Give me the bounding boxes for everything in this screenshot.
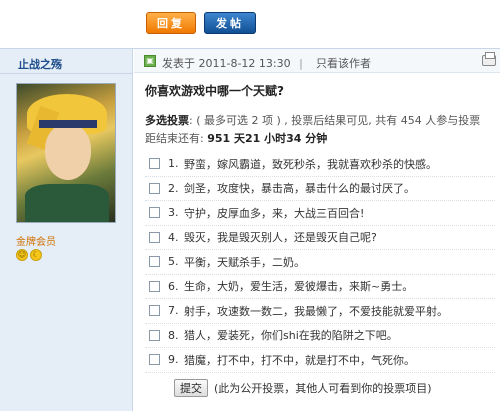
poll-type-label: 多选投票: [145, 114, 189, 127]
poll-option[interactable]: 4. 毁灭，我是毁灭别人，还是毁灭自己呢?: [145, 226, 495, 250]
avatar[interactable]: [16, 83, 116, 223]
smile-medal-icon: ☺: [16, 249, 28, 261]
print-icon[interactable]: [482, 52, 496, 66]
medal-badges: ☺ ☾: [16, 249, 42, 261]
option-checkbox[interactable]: [149, 231, 160, 243]
poll-countdown: 距结束还有: 951 天21 小时34 分钟: [145, 130, 327, 146]
post-container: 止战之殇 金牌会员 ☺ ☾ ▣ 发表于 2011-8-12 13:30 | 只看…: [0, 48, 500, 411]
submit-row: 提交 (此为公开投票，其他人可看到你的投票项目): [174, 379, 432, 397]
moon-medal-icon: ☾: [30, 249, 42, 261]
post-main: ▣ 发表于 2011-8-12 13:30 | 只看该作者 你喜欢游戏中哪一个天…: [134, 49, 500, 411]
author-sidebar: 止战之殇 金牌会员 ☺ ☾: [0, 49, 133, 411]
countdown-label: 距结束还有:: [145, 132, 208, 145]
poll-title: 你喜欢游戏中哪一个天赋?: [145, 84, 284, 98]
option-label: 毁灭，我是毁灭别人，还是毁灭自己呢?: [184, 231, 377, 245]
option-label: 剑圣，攻度快，暴击高，暴击什么的最讨厌了。: [184, 182, 415, 196]
option-label: 野蛮，嫁风霸道，致死秒杀，我就喜欢秒杀的快感。: [184, 157, 437, 171]
top-toolbar: 回复 发帖: [0, 0, 500, 45]
option-label: 射手，攻速数一数二，我最懒了，不爱技能就爱平射。: [184, 304, 448, 318]
new-post-button[interactable]: 发帖: [204, 12, 256, 34]
poll-option[interactable]: 7. 射手，攻速数一数二，我最懒了，不爱技能就爱平射。: [145, 299, 495, 324]
sidebar-divider: [0, 73, 133, 74]
post-header: ▣ 发表于 2011-8-12 13:30 | 只看该作者: [134, 49, 500, 73]
header-separator: |: [299, 57, 303, 70]
public-poll-note: (此为公开投票，其他人可看到你的投票项目): [214, 382, 432, 395]
option-label: 守护，皮厚血多，来，大战三百回合!: [184, 206, 365, 220]
only-author-link[interactable]: 只看该作者: [316, 55, 371, 71]
poll-options: 1. 野蛮，嫁风霸道，致死秒杀，我就喜欢秒杀的快感。 2. 剑圣，攻度快，暴击高，暴…: [145, 152, 495, 373]
poll-info: 多选投票: ( 最多可选 2 项 ) , 投票后结果可见, 共有 454 人参与…: [145, 113, 480, 128]
option-checkbox[interactable]: [149, 280, 160, 292]
poll-option[interactable]: 8. 猎人，爱装死，你们shi在我的陷阱之下吧。: [145, 324, 495, 348]
option-checkbox[interactable]: [149, 329, 160, 341]
option-checkbox[interactable]: [149, 158, 160, 170]
option-checkbox[interactable]: [149, 354, 160, 366]
countdown-value: 951 天21 小时34 分钟: [207, 132, 328, 145]
online-status-icon: ▣: [144, 55, 156, 67]
option-checkbox[interactable]: [149, 207, 160, 219]
option-label: 平衡，天赋杀手，二奶。: [184, 255, 305, 269]
poll-option[interactable]: 3. 守护，皮厚血多，来，大战三百回合!: [145, 201, 495, 226]
option-label: 猎人，爱装死，你们shi在我的陷阱之下吧。: [184, 329, 398, 343]
reply-button[interactable]: 回复: [146, 12, 196, 34]
poll-option[interactable]: 2. 剑圣，攻度快，暴击高，暴击什么的最讨厌了。: [145, 177, 495, 201]
option-label: 猎魔，打不中，打不中，就是打不中，气死你。: [184, 353, 415, 367]
option-checkbox[interactable]: [149, 305, 160, 317]
option-checkbox[interactable]: [149, 182, 160, 194]
poll-option[interactable]: 5. 平衡，天赋杀手，二奶。: [145, 250, 495, 275]
poll-meta-text: : ( 最多可选 2 项 ) , 投票后结果可见, 共有 454 人参与投票: [189, 114, 481, 127]
submit-vote-button[interactable]: 提交: [174, 379, 208, 397]
user-group-label[interactable]: 金牌会员: [16, 233, 56, 248]
poll-option[interactable]: 9. 猎魔，打不中，打不中，就是打不中，气死你。: [145, 348, 495, 373]
poll-option[interactable]: 6. 生命，大奶，爱生活，爱彼爆击，来斯~勇士。: [145, 275, 495, 299]
post-timestamp: 发表于 2011-8-12 13:30 |: [162, 57, 303, 70]
poll-option[interactable]: 1. 野蛮，嫁风霸道，致死秒杀，我就喜欢秒杀的快感。: [145, 152, 495, 177]
option-checkbox[interactable]: [149, 256, 160, 268]
option-label: 生命，大奶，爱生活，爱彼爆击，来斯~勇士。: [184, 280, 414, 294]
author-username[interactable]: 止战之殇: [18, 56, 62, 72]
